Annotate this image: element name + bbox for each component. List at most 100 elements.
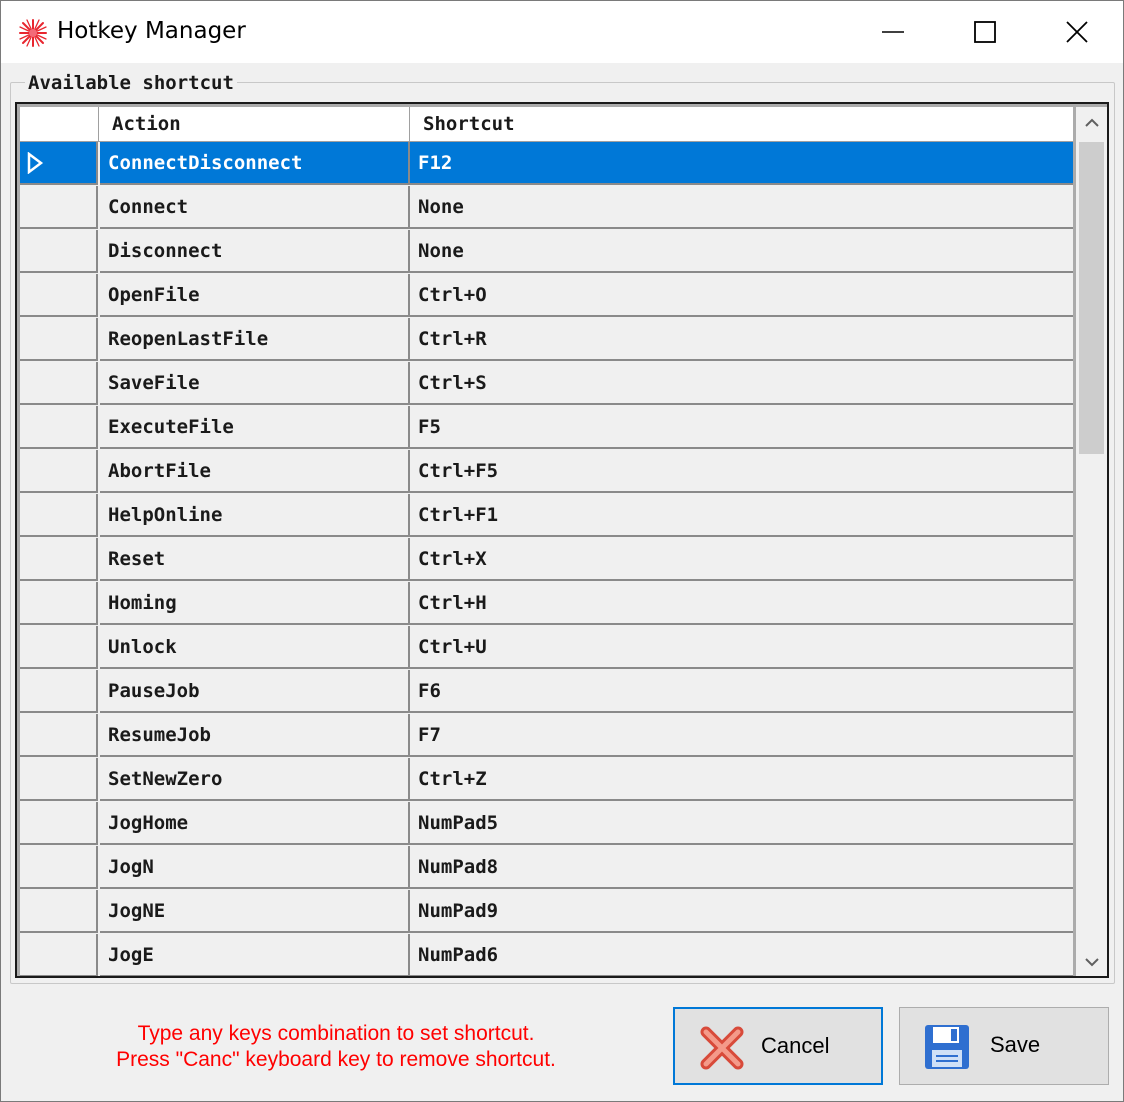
action-cell[interactable]: PauseJob <box>100 670 410 713</box>
shortcut-cell[interactable]: NumPad9 <box>410 890 1073 933</box>
action-cell[interactable]: Disconnect <box>100 230 410 273</box>
column-header-shortcut[interactable]: Shortcut <box>411 107 1073 141</box>
grid-header: Action Shortcut <box>20 107 1073 142</box>
row-header[interactable] <box>20 890 98 933</box>
row-header[interactable] <box>20 230 98 273</box>
row-header[interactable] <box>20 142 98 185</box>
action-cell[interactable]: Connect <box>100 186 410 229</box>
shortcut-cell[interactable]: Ctrl+F1 <box>410 494 1073 537</box>
table-row[interactable]: ExecuteFile F5 <box>20 406 1073 450</box>
shortcut-cell[interactable]: NumPad6 <box>410 934 1073 976</box>
row-header[interactable] <box>20 274 98 317</box>
row-header[interactable] <box>20 846 98 889</box>
save-button[interactable]: Save <box>899 1007 1109 1085</box>
action-cell[interactable]: JogNE <box>100 890 410 933</box>
row-header[interactable] <box>20 186 98 229</box>
scroll-thumb[interactable] <box>1079 142 1104 454</box>
shortcut-cell[interactable]: F7 <box>410 714 1073 757</box>
minimize-button[interactable] <box>847 1 939 63</box>
action-cell[interactable]: ExecuteFile <box>100 406 410 449</box>
table-row[interactable]: AbortFile Ctrl+F5 <box>20 450 1073 494</box>
shortcut-cell[interactable]: Ctrl+S <box>410 362 1073 405</box>
grid-viewport: Action Shortcut ConnectDisconnect F12 Conn… <box>20 107 1073 976</box>
row-header[interactable] <box>20 758 98 801</box>
action-cell[interactable]: Unlock <box>100 626 410 669</box>
title-bar[interactable]: Hotkey Manager <box>1 1 1123 63</box>
table-row[interactable]: Unlock Ctrl+U <box>20 626 1073 670</box>
vertical-scrollbar[interactable] <box>1076 107 1107 976</box>
shortcut-cell[interactable]: Ctrl+R <box>410 318 1073 361</box>
row-header[interactable] <box>20 494 98 537</box>
action-cell[interactable]: Homing <box>100 582 410 625</box>
row-header[interactable] <box>20 450 98 493</box>
table-row[interactable]: JogNE NumPad9 <box>20 890 1073 934</box>
row-header[interactable] <box>20 802 98 845</box>
scroll-down-button[interactable] <box>1076 946 1107 976</box>
row-header[interactable] <box>20 714 98 757</box>
instruction-line-1: Type any keys combination to set shortcu… <box>137 1022 535 1045</box>
shortcut-cell[interactable]: F6 <box>410 670 1073 713</box>
shortcut-cell[interactable]: Ctrl+U <box>410 626 1073 669</box>
instruction-line-2: Press "Canc" keyboard key to remove shor… <box>116 1048 556 1071</box>
maximize-icon <box>974 21 996 43</box>
row-header[interactable] <box>20 934 98 976</box>
shortcut-cell[interactable]: Ctrl+H <box>410 582 1073 625</box>
action-cell[interactable]: JogN <box>100 846 410 889</box>
action-cell[interactable]: Reset <box>100 538 410 581</box>
action-cell[interactable]: JogE <box>100 934 410 976</box>
row-header[interactable] <box>20 406 98 449</box>
shortcut-cell[interactable]: Ctrl+O <box>410 274 1073 317</box>
shortcut-cell[interactable]: None <box>410 186 1073 229</box>
shortcut-grid[interactable]: Action Shortcut ConnectDisconnect F12 Conn… <box>15 102 1109 978</box>
table-row[interactable]: Homing Ctrl+H <box>20 582 1073 626</box>
action-cell[interactable]: HelpOnline <box>100 494 410 537</box>
row-header[interactable] <box>20 318 98 361</box>
row-header-corner <box>20 107 98 141</box>
row-header[interactable] <box>20 538 98 581</box>
table-row[interactable]: ResumeJob F7 <box>20 714 1073 758</box>
table-row[interactable]: SetNewZero Ctrl+Z <box>20 758 1073 802</box>
row-header[interactable] <box>20 582 98 625</box>
action-cell[interactable]: JogHome <box>100 802 410 845</box>
chevron-up-icon <box>1084 118 1099 127</box>
row-header[interactable] <box>20 626 98 669</box>
action-cell[interactable]: AbortFile <box>100 450 410 493</box>
table-row[interactable]: JogN NumPad8 <box>20 846 1073 890</box>
table-row[interactable]: PauseJob F6 <box>20 670 1073 714</box>
cancel-button[interactable]: Cancel <box>673 1007 883 1085</box>
column-header-action[interactable]: Action <box>100 107 409 141</box>
table-row[interactable]: ReopenLastFile Ctrl+R <box>20 318 1073 362</box>
table-row[interactable]: Reset Ctrl+X <box>20 538 1073 582</box>
close-button[interactable] <box>1031 1 1123 63</box>
current-row-arrow-icon <box>27 151 44 174</box>
table-row[interactable]: JogHome NumPad5 <box>20 802 1073 846</box>
table-row[interactable]: ConnectDisconnect F12 <box>20 142 1073 186</box>
shortcut-cell[interactable]: Ctrl+F5 <box>410 450 1073 493</box>
shortcut-cell[interactable]: Ctrl+X <box>410 538 1073 581</box>
shortcut-cell[interactable]: F12 <box>410 142 1073 185</box>
action-cell[interactable]: ConnectDisconnect <box>100 142 410 185</box>
table-row[interactable]: Disconnect None <box>20 230 1073 274</box>
shortcut-cell[interactable]: None <box>410 230 1073 273</box>
save-label: Save <box>990 1032 1041 1057</box>
scroll-up-button[interactable] <box>1076 107 1107 139</box>
maximize-button[interactable] <box>939 1 1031 63</box>
row-header[interactable] <box>20 362 98 405</box>
shortcut-cell[interactable]: Ctrl+Z <box>410 758 1073 801</box>
shortcut-cell[interactable]: NumPad5 <box>410 802 1073 845</box>
action-cell[interactable]: SaveFile <box>100 362 410 405</box>
row-header[interactable] <box>20 670 98 713</box>
action-cell[interactable]: ReopenLastFile <box>100 318 410 361</box>
red-x-icon <box>700 1026 744 1070</box>
action-cell[interactable]: SetNewZero <box>100 758 410 801</box>
table-row[interactable]: OpenFile Ctrl+O <box>20 274 1073 318</box>
action-cell[interactable]: ResumeJob <box>100 714 410 757</box>
action-cell[interactable]: OpenFile <box>100 274 410 317</box>
cancel-label: Cancel <box>761 1033 830 1058</box>
shortcut-cell[interactable]: F5 <box>410 406 1073 449</box>
table-row[interactable]: JogE NumPad6 <box>20 934 1073 976</box>
table-row[interactable]: Connect None <box>20 186 1073 230</box>
table-row[interactable]: SaveFile Ctrl+S <box>20 362 1073 406</box>
table-row[interactable]: HelpOnline Ctrl+F1 <box>20 494 1073 538</box>
shortcut-cell[interactable]: NumPad8 <box>410 846 1073 889</box>
